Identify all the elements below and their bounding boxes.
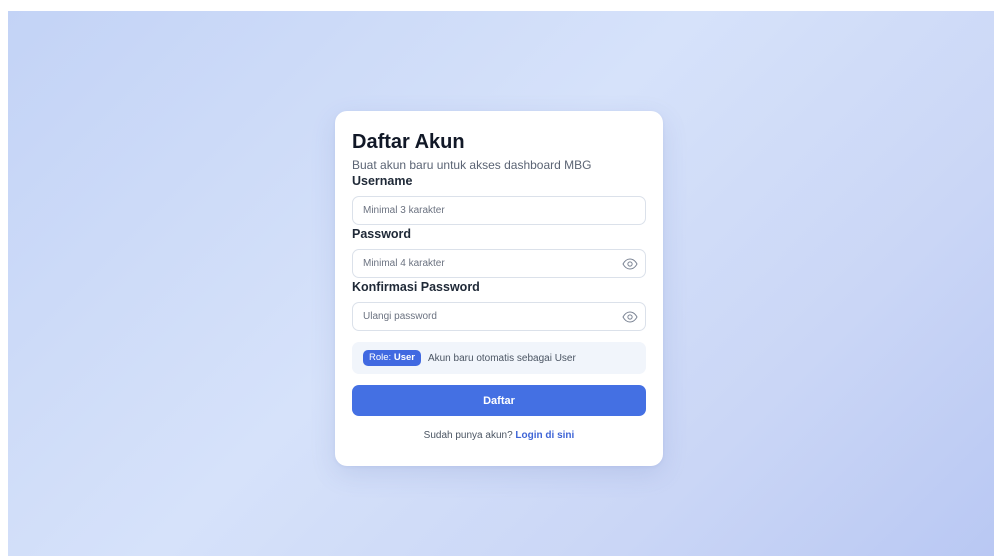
role-note: Akun baru otomatis sebagai User: [427, 352, 576, 364]
username-field-wrapper: [352, 196, 646, 225]
login-link[interactable]: Login di sini: [515, 430, 574, 441]
role-badge: Role: User: [363, 350, 421, 366]
confirm-password-field-wrapper: [352, 302, 646, 331]
username-label: Username: [352, 174, 413, 188]
confirm-password-input[interactable]: [353, 303, 645, 330]
role-badge-prefix: Role:: [369, 352, 394, 363]
eye-icon[interactable]: [622, 309, 638, 325]
password-field-wrapper: [352, 249, 646, 278]
page-title: Daftar Akun: [352, 131, 465, 153]
password-label: Password: [352, 227, 412, 241]
register-button[interactable]: Daftar: [352, 385, 646, 416]
username-input[interactable]: [353, 197, 645, 224]
login-prompt-text: Sudah punya akun?: [423, 430, 516, 441]
register-card: Daftar Akun Buat akun baru untuk akses d…: [335, 111, 663, 466]
page-background: Daftar Akun Buat akun baru untuk akses d…: [8, 11, 994, 556]
page-subtitle: Buat akun baru untuk akses dashboard MBG: [352, 158, 592, 172]
eye-icon[interactable]: [622, 256, 638, 272]
confirm-password-label: Konfirmasi Password: [352, 280, 480, 294]
login-prompt: Sudah punya akun? Login di sini: [352, 430, 646, 441]
role-info-box: Role: User Akun baru otomatis sebagai Us…: [352, 342, 646, 374]
role-badge-value: User: [393, 352, 415, 363]
password-input[interactable]: [353, 250, 645, 277]
